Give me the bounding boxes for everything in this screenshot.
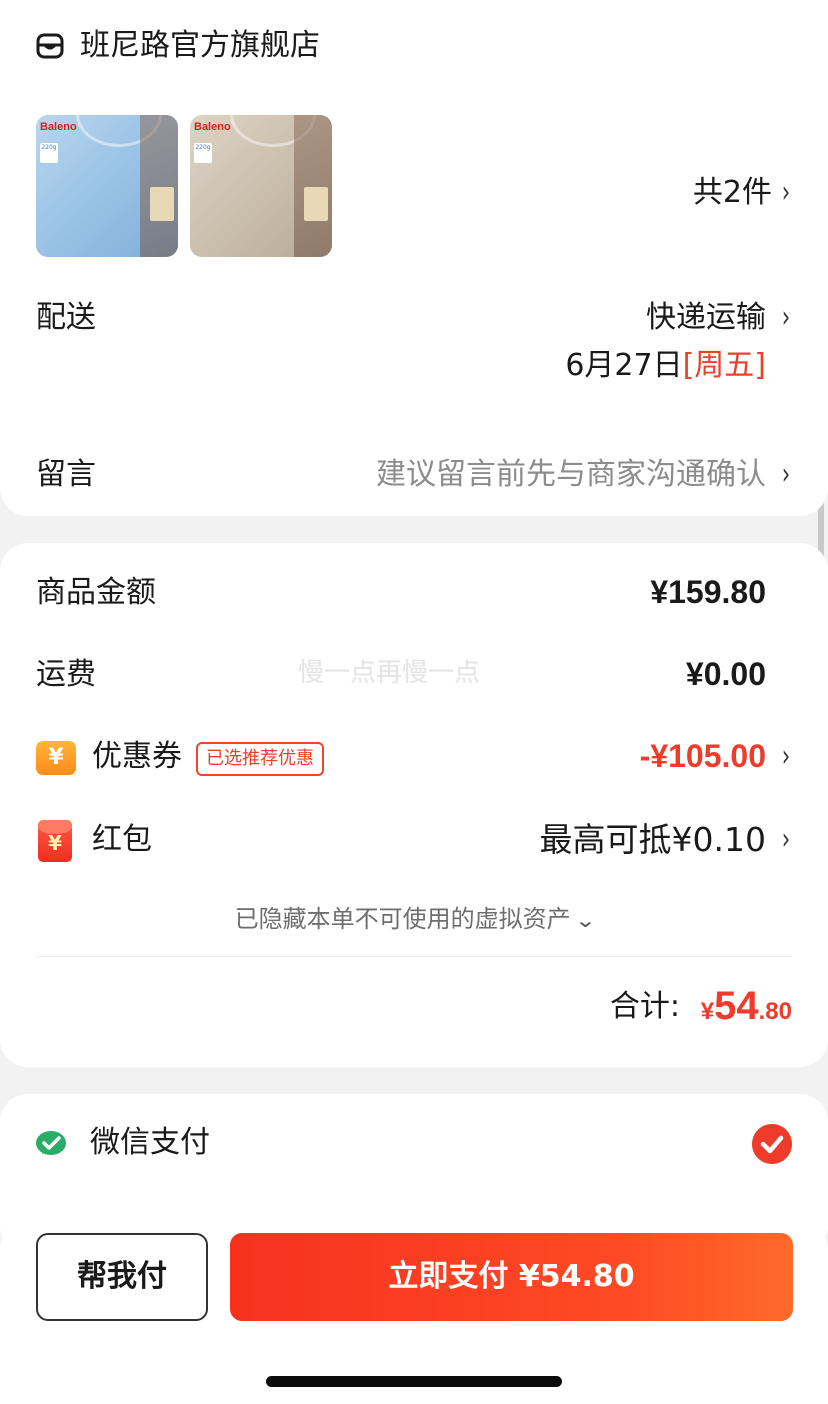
delivery-date: 6月27日[周五] xyxy=(565,348,766,384)
red-packet-icon: ¥ xyxy=(38,820,72,862)
coupon-label[interactable]: 优惠券 xyxy=(92,739,182,775)
pay-now-button[interactable]: 立即支付 ¥54.80 xyxy=(230,1233,793,1321)
coupon-discount-value[interactable]: -¥105.00 xyxy=(640,738,766,774)
chevron-down-icon: ⌄ xyxy=(574,908,596,932)
red-packet-value[interactable]: 最高可抵¥0.10 xyxy=(540,822,766,858)
wechat-pay-icon xyxy=(36,1131,66,1155)
help-pay-button[interactable]: 帮我付 xyxy=(36,1233,208,1321)
divider xyxy=(36,956,792,957)
hidden-assets-toggle[interactable]: 已隐藏本单不可使用的虚拟资产 ⌄ xyxy=(0,902,828,937)
chevron-right-icon[interactable]: › xyxy=(782,457,790,493)
store-name[interactable]: 班尼路官方旗舰店 xyxy=(80,28,320,64)
chevron-right-icon[interactable]: › xyxy=(782,739,790,775)
total-amount: ¥54.80 xyxy=(701,984,792,1037)
chevron-right-icon[interactable]: › xyxy=(782,822,790,858)
brand-logo: Baleno xyxy=(194,121,231,133)
message-label: 留言 xyxy=(36,457,96,492)
delivery-method[interactable]: 快递运输 xyxy=(646,300,766,336)
wechat-pay-label[interactable]: 微信支付 xyxy=(90,1125,210,1161)
store-icon xyxy=(36,33,64,59)
delivery-date-text: 6月27日 xyxy=(565,348,683,383)
shipping-label: 运费 xyxy=(36,657,96,692)
order-info-card xyxy=(0,0,828,516)
check-icon[interactable] xyxy=(752,1124,792,1164)
watermark-text: 慢一点再慢一点 xyxy=(298,658,481,688)
product-thumbnail[interactable]: Baleno 220g xyxy=(36,115,178,257)
weight-tag: 220g xyxy=(194,143,212,163)
message-field[interactable]: 建议留言前先与商家沟通确认 xyxy=(376,457,766,493)
brand-logo: Baleno xyxy=(40,121,77,133)
hidden-assets-text: 已隐藏本单不可使用的虚拟资产 xyxy=(234,905,571,933)
weight-tag: 220g xyxy=(40,143,58,163)
shipping-value: ¥0.00 xyxy=(685,656,766,692)
total-label: 合计: xyxy=(609,989,680,1024)
home-indicator[interactable] xyxy=(266,1376,562,1387)
chevron-right-icon[interactable]: › xyxy=(782,300,790,336)
product-thumbnail[interactable]: Baleno 220g xyxy=(190,115,332,257)
chevron-right-icon[interactable]: › xyxy=(782,175,790,211)
total-decimal: .80 xyxy=(758,998,792,1025)
red-packet-label[interactable]: 红包 xyxy=(92,822,152,858)
goods-amount-value: ¥159.80 xyxy=(650,574,766,610)
red-packet-icon-glyph: ¥ xyxy=(48,831,62,855)
total-integer: 54 xyxy=(714,984,759,1028)
total-currency: ¥ xyxy=(700,998,715,1025)
coupon-icon: ¥ xyxy=(36,741,76,775)
delivery-label: 配送 xyxy=(36,300,96,335)
goods-amount-label: 商品金额 xyxy=(36,575,156,610)
coupon-recommended-badge: 已选推荐优惠 xyxy=(196,742,324,776)
item-count-link[interactable]: 共2件 xyxy=(693,175,772,211)
delivery-weekday: [周五] xyxy=(682,348,766,383)
